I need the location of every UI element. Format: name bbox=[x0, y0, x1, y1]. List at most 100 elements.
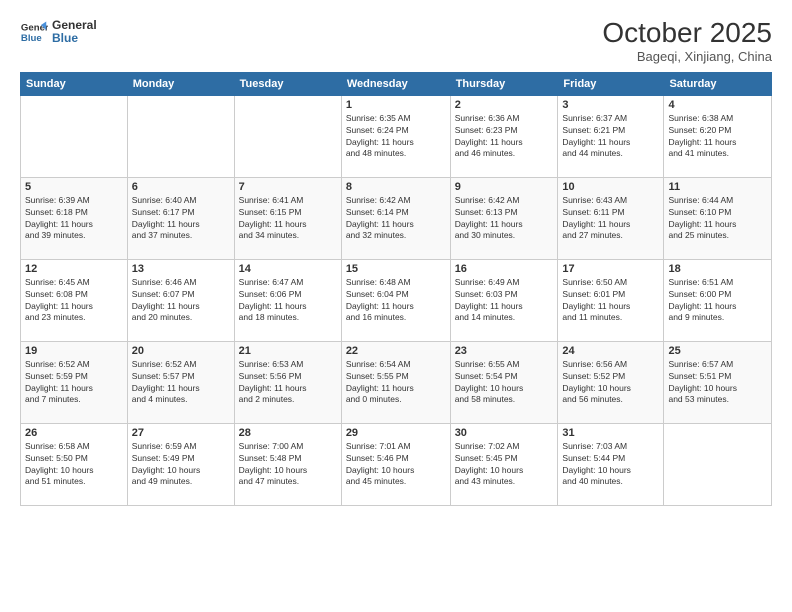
day-info: Sunrise: 6:42 AM Sunset: 6:14 PM Dayligh… bbox=[346, 195, 446, 243]
table-row: 31 Sunrise: 7:03 AM Sunset: 5:44 PM Dayli… bbox=[558, 423, 664, 505]
day-number: 18 bbox=[668, 263, 767, 275]
table-row: 10 Sunrise: 6:43 AM Sunset: 6:11 PM Dayli… bbox=[558, 177, 664, 259]
table-row: 29 Sunrise: 7:01 AM Sunset: 5:46 PM Dayli… bbox=[341, 423, 450, 505]
day-info: Sunrise: 6:38 AM Sunset: 6:20 PM Dayligh… bbox=[668, 113, 767, 161]
day-number: 2 bbox=[455, 99, 554, 111]
day-number: 31 bbox=[562, 427, 659, 439]
day-number: 15 bbox=[346, 263, 446, 275]
day-info: Sunrise: 6:57 AM Sunset: 5:51 PM Dayligh… bbox=[668, 359, 767, 407]
day-info: Sunrise: 6:43 AM Sunset: 6:11 PM Dayligh… bbox=[562, 195, 659, 243]
day-number: 12 bbox=[25, 263, 123, 275]
day-info: Sunrise: 6:40 AM Sunset: 6:17 PM Dayligh… bbox=[132, 195, 230, 243]
day-info: Sunrise: 7:03 AM Sunset: 5:44 PM Dayligh… bbox=[562, 441, 659, 489]
day-number: 3 bbox=[562, 99, 659, 111]
day-number: 27 bbox=[132, 427, 230, 439]
table-row: 22Sunrise: 6:54 AM Sunset: 5:55 PM Dayli… bbox=[341, 341, 450, 423]
day-info: Sunrise: 6:51 AM Sunset: 6:00 PM Dayligh… bbox=[668, 277, 767, 325]
table-row: 12 Sunrise: 6:45 AM Sunset: 6:08 PM Dayli… bbox=[21, 259, 128, 341]
col-sunday: Sunday bbox=[21, 72, 128, 95]
day-info: Sunrise: 6:54 AM Sunset: 5:55 PM Dayligh… bbox=[346, 359, 446, 407]
table-row: 23 Sunrise: 6:55 AM Sunset: 5:54 PM Dayli… bbox=[450, 341, 558, 423]
day-info: Sunrise: 6:49 AM Sunset: 6:03 PM Dayligh… bbox=[455, 277, 554, 325]
calendar-week-row: 5 Sunrise: 6:39 AM Sunset: 6:18 PM Daylig… bbox=[21, 177, 772, 259]
table-row: 1 Sunrise: 6:35 AM Sunset: 6:24 PM Daylig… bbox=[341, 95, 450, 177]
day-info: Sunrise: 6:52 AM Sunset: 5:59 PM Dayligh… bbox=[25, 359, 123, 407]
day-number: 10 bbox=[562, 181, 659, 193]
calendar-table: Sunday Monday Tuesday Wednesday Thursday… bbox=[20, 72, 772, 506]
title-block: October 2025 Bageqi, Xinjiang, China bbox=[602, 18, 772, 64]
day-info: Sunrise: 7:01 AM Sunset: 5:46 PM Dayligh… bbox=[346, 441, 446, 489]
table-row: 30 Sunrise: 7:02 AM Sunset: 5:45 PM Dayli… bbox=[450, 423, 558, 505]
table-row: 9 Sunrise: 6:42 AM Sunset: 6:13 PM Daylig… bbox=[450, 177, 558, 259]
day-info: Sunrise: 6:50 AM Sunset: 6:01 PM Dayligh… bbox=[562, 277, 659, 325]
day-info: Sunrise: 7:00 AM Sunset: 5:48 PM Dayligh… bbox=[239, 441, 337, 489]
day-info: Sunrise: 6:53 AM Sunset: 5:56 PM Dayligh… bbox=[239, 359, 337, 407]
day-number: 7 bbox=[239, 181, 337, 193]
day-number: 11 bbox=[668, 181, 767, 193]
table-row: 20Sunrise: 6:52 AM Sunset: 5:57 PM Dayli… bbox=[127, 341, 234, 423]
calendar-week-row: 1 Sunrise: 6:35 AM Sunset: 6:24 PM Daylig… bbox=[21, 95, 772, 177]
day-number: 16 bbox=[455, 263, 554, 275]
table-row bbox=[234, 95, 341, 177]
logo-line2: Blue bbox=[52, 32, 97, 45]
calendar-week-row: 12 Sunrise: 6:45 AM Sunset: 6:08 PM Dayli… bbox=[21, 259, 772, 341]
day-number: 21 bbox=[239, 345, 337, 357]
table-row: 15Sunrise: 6:48 AM Sunset: 6:04 PM Dayli… bbox=[341, 259, 450, 341]
day-info: Sunrise: 6:59 AM Sunset: 5:49 PM Dayligh… bbox=[132, 441, 230, 489]
table-row: 27 Sunrise: 6:59 AM Sunset: 5:49 PM Dayli… bbox=[127, 423, 234, 505]
col-wednesday: Wednesday bbox=[341, 72, 450, 95]
day-number: 9 bbox=[455, 181, 554, 193]
day-number: 23 bbox=[455, 345, 554, 357]
table-row: 21 Sunrise: 6:53 AM Sunset: 5:56 PM Dayli… bbox=[234, 341, 341, 423]
day-number: 29 bbox=[346, 427, 446, 439]
col-monday: Monday bbox=[127, 72, 234, 95]
table-row: 11 Sunrise: 6:44 AM Sunset: 6:10 PM Dayli… bbox=[664, 177, 772, 259]
calendar-header-row: Sunday Monday Tuesday Wednesday Thursday… bbox=[21, 72, 772, 95]
logo-icon: General Blue bbox=[20, 18, 48, 46]
table-row: 4 Sunrise: 6:38 AM Sunset: 6:20 PM Daylig… bbox=[664, 95, 772, 177]
day-number: 30 bbox=[455, 427, 554, 439]
day-number: 5 bbox=[25, 181, 123, 193]
logo: General Blue General Blue bbox=[20, 18, 97, 46]
day-info: Sunrise: 6:55 AM Sunset: 5:54 PM Dayligh… bbox=[455, 359, 554, 407]
location: Bageqi, Xinjiang, China bbox=[602, 49, 772, 64]
day-number: 17 bbox=[562, 263, 659, 275]
day-number: 19 bbox=[25, 345, 123, 357]
month-title: October 2025 bbox=[602, 18, 772, 49]
day-number: 26 bbox=[25, 427, 123, 439]
table-row: 14Sunrise: 6:47 AM Sunset: 6:06 PM Dayli… bbox=[234, 259, 341, 341]
table-row: 17 Sunrise: 6:50 AM Sunset: 6:01 PM Dayli… bbox=[558, 259, 664, 341]
page: General Blue General Blue October 2025 B… bbox=[0, 0, 792, 612]
col-saturday: Saturday bbox=[664, 72, 772, 95]
table-row: 25 Sunrise: 6:57 AM Sunset: 5:51 PM Dayli… bbox=[664, 341, 772, 423]
day-info: Sunrise: 6:58 AM Sunset: 5:50 PM Dayligh… bbox=[25, 441, 123, 489]
table-row bbox=[664, 423, 772, 505]
day-info: Sunrise: 6:47 AM Sunset: 6:06 PM Dayligh… bbox=[239, 277, 337, 325]
day-info: Sunrise: 6:41 AM Sunset: 6:15 PM Dayligh… bbox=[239, 195, 337, 243]
day-info: Sunrise: 6:37 AM Sunset: 6:21 PM Dayligh… bbox=[562, 113, 659, 161]
day-number: 6 bbox=[132, 181, 230, 193]
table-row: 13Sunrise: 6:46 AM Sunset: 6:07 PM Dayli… bbox=[127, 259, 234, 341]
table-row: 8Sunrise: 6:42 AM Sunset: 6:14 PM Daylig… bbox=[341, 177, 450, 259]
calendar-week-row: 19 Sunrise: 6:52 AM Sunset: 5:59 PM Dayli… bbox=[21, 341, 772, 423]
day-info: Sunrise: 6:39 AM Sunset: 6:18 PM Dayligh… bbox=[25, 195, 123, 243]
day-info: Sunrise: 6:44 AM Sunset: 6:10 PM Dayligh… bbox=[668, 195, 767, 243]
day-number: 20 bbox=[132, 345, 230, 357]
table-row: 5 Sunrise: 6:39 AM Sunset: 6:18 PM Daylig… bbox=[21, 177, 128, 259]
table-row: 16 Sunrise: 6:49 AM Sunset: 6:03 PM Dayli… bbox=[450, 259, 558, 341]
day-number: 13 bbox=[132, 263, 230, 275]
day-number: 4 bbox=[668, 99, 767, 111]
table-row: 2Sunrise: 6:36 AM Sunset: 6:23 PM Daylig… bbox=[450, 95, 558, 177]
day-info: Sunrise: 6:35 AM Sunset: 6:24 PM Dayligh… bbox=[346, 113, 446, 161]
svg-text:Blue: Blue bbox=[21, 33, 42, 44]
table-row: 6 Sunrise: 6:40 AM Sunset: 6:17 PM Daylig… bbox=[127, 177, 234, 259]
day-info: Sunrise: 6:42 AM Sunset: 6:13 PM Dayligh… bbox=[455, 195, 554, 243]
day-info: Sunrise: 7:02 AM Sunset: 5:45 PM Dayligh… bbox=[455, 441, 554, 489]
day-number: 25 bbox=[668, 345, 767, 357]
table-row: 18 Sunrise: 6:51 AM Sunset: 6:00 PM Dayli… bbox=[664, 259, 772, 341]
day-info: Sunrise: 6:45 AM Sunset: 6:08 PM Dayligh… bbox=[25, 277, 123, 325]
table-row: 7 Sunrise: 6:41 AM Sunset: 6:15 PM Daylig… bbox=[234, 177, 341, 259]
day-info: Sunrise: 6:56 AM Sunset: 5:52 PM Dayligh… bbox=[562, 359, 659, 407]
day-number: 1 bbox=[346, 99, 446, 111]
col-thursday: Thursday bbox=[450, 72, 558, 95]
